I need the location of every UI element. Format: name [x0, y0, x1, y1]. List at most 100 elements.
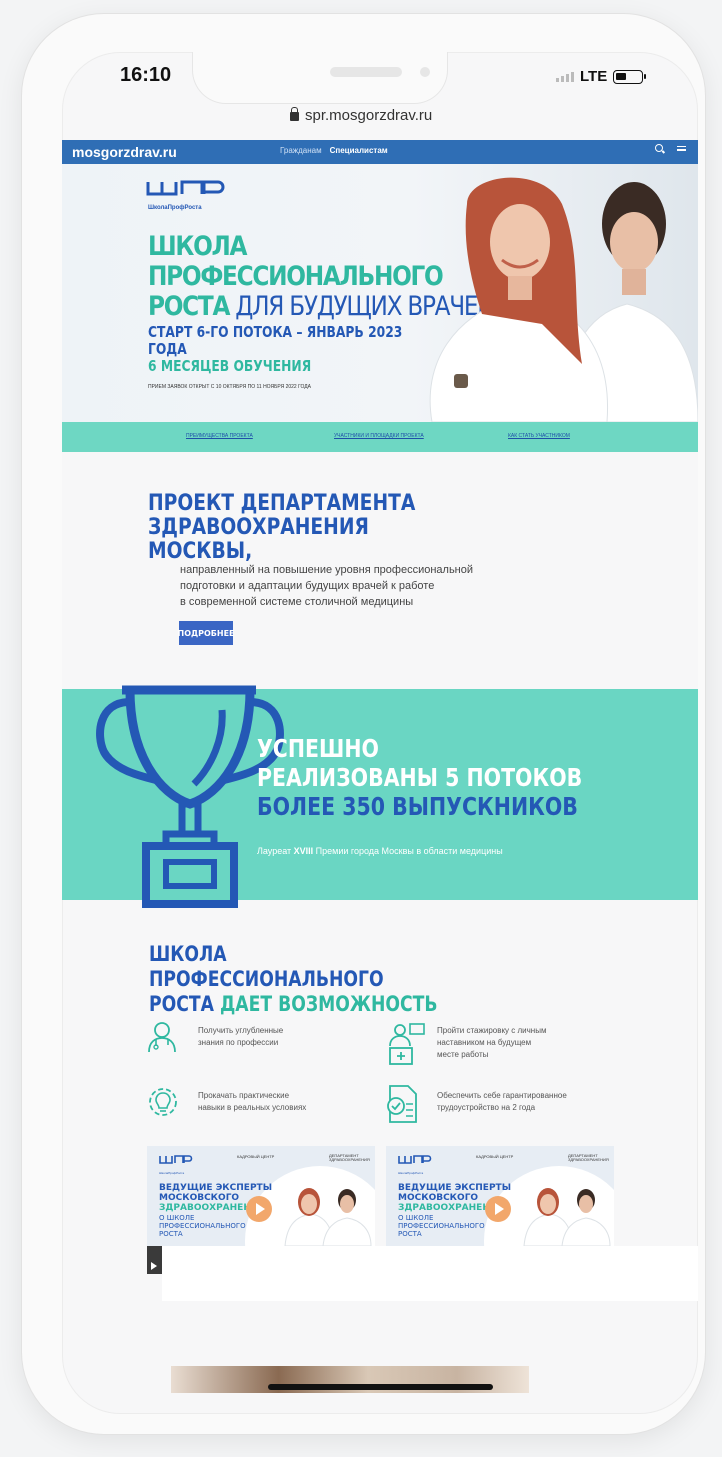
- gear-bulb-icon: [149, 1088, 177, 1116]
- camera: [420, 67, 430, 77]
- document-check-icon: [387, 1085, 417, 1123]
- video-control-strip: [147, 1246, 162, 1274]
- achievements-line2: РЕАЛИЗОВАНЫ 5 ПОТОКОВ: [257, 763, 583, 792]
- opportunity-3-line1: Прокачать практические: [198, 1091, 290, 1100]
- site-navbar: mosgorzdrav.ru Гражданам Специалистам: [62, 140, 698, 164]
- mentor-icon: [389, 1023, 425, 1065]
- shp-logo: ШколаПрофРоста: [146, 178, 226, 211]
- hero-duration-line: 6 МЕСЯЦЕВ ОБУЧЕНИЯ: [148, 357, 312, 375]
- home-indicator[interactable]: [268, 1384, 493, 1390]
- signal-icon: [556, 71, 574, 82]
- opportunity-2-line3: месте работы: [437, 1050, 489, 1059]
- video-2-sub-line2: ПРОФЕССИОНАЛЬНОГО: [398, 1222, 485, 1230]
- project-description: направленный на повышение уровня професс…: [180, 562, 540, 610]
- project-text-line1: направленный на повышение уровня професс…: [180, 564, 474, 576]
- battery-icon: [613, 69, 647, 84]
- phone-notch: [192, 52, 448, 104]
- video-1-logo: ШколаПрофРоста: [159, 1153, 193, 1175]
- speaker: [330, 67, 402, 77]
- doctor-icon: [148, 1022, 176, 1053]
- video-2-logo: ШколаПрофРоста: [398, 1153, 432, 1175]
- video-2-sub-line3: РОСТА: [398, 1230, 422, 1238]
- opportunity-4-line2: трудоустройство на 2 года: [437, 1103, 536, 1112]
- video-2-subtitle: О ШКОЛЕ ПРОФЕССИОНАЛЬНОГО РОСТА: [398, 1214, 485, 1238]
- video-1-partner1: КАДРОВЫЙ ЦЕНТР: [237, 1154, 275, 1159]
- opportunity-2-line1: Пройти стажировку с личным: [437, 1026, 547, 1035]
- video-2-partner2: ДЕПАРТАМЕНТ ЗДРАВООХРАНЕНИЯ: [568, 1153, 609, 1162]
- lock-icon: [290, 107, 299, 121]
- laureate-prefix: Лауреат: [257, 846, 294, 856]
- nav-link-citizens[interactable]: Гражданам: [280, 146, 322, 155]
- menu-icon[interactable]: [677, 145, 686, 151]
- video-1-title-line1: ВЕДУЩИЕ ЭКСПЕРТЫ: [159, 1183, 273, 1193]
- project-title: ПРОЕКТ ДЕПАРТАМЕНТА ЗДРАВООХРАНЕНИЯ МОСК…: [148, 492, 471, 564]
- tab-how-to-join[interactable]: КАК СТАТЬ УЧАСТНИКОМ: [508, 433, 570, 439]
- achievements-line3: БОЛЕЕ 350 ВЫПУСКНИКОВ: [257, 792, 578, 821]
- status-time: 16:10: [120, 64, 172, 86]
- video-1-sub-line2: ПРОФЕССИОНАЛЬНОГО: [159, 1222, 246, 1230]
- video-card-1[interactable]: ШколаПрофРоста КАДРОВЫЙ ЦЕНТР ДЕПАРТАМЕН…: [147, 1146, 375, 1246]
- hero-banner: ШколаПрофРоста ШКОЛА ПРОФЕССИОНАЛЬНОГО Р…: [62, 164, 698, 422]
- project-title-line2: ЗДРАВООХРАНЕНИЯ МОСКВЫ,: [148, 515, 369, 564]
- opportunity-1-line1: Получить углубленные: [198, 1026, 284, 1035]
- video-1-play-icon[interactable]: [246, 1196, 272, 1222]
- address-bar[interactable]: spr.mosgorzdrav.ru: [290, 107, 432, 124]
- laureate-number: XVIII: [293, 846, 314, 856]
- video-1-photo: [284, 1188, 372, 1246]
- canvas: 16:10 LTE spr.mosgorzdrav.ru mosgorzdrav…: [0, 0, 722, 1457]
- video-1-sub-line3: РОСТА: [159, 1230, 183, 1238]
- opportunity-4-line1: Обеспечить себе гарантированное: [437, 1091, 567, 1100]
- opportunity-3: Прокачать практические навыки в реальных…: [198, 1090, 306, 1114]
- opportunity-1-line2: знания по профессии: [198, 1038, 279, 1047]
- opportunities-title-teal: ДАЕТ ВОЗМОЖНОСТЬ: [219, 992, 438, 1016]
- video-1-logo-caption: ШколаПрофРоста: [159, 1171, 185, 1175]
- video-1-subtitle: О ШКОЛЕ ПРОФЕССИОНАЛЬНОГО РОСТА: [159, 1214, 246, 1238]
- nav-links: Гражданам Специалистам: [280, 146, 388, 155]
- video-2-logo-caption: ШколаПрофРоста: [398, 1171, 424, 1175]
- video-2-play-icon[interactable]: [485, 1196, 511, 1222]
- opportunity-2-line2: наставником на будущем: [437, 1038, 532, 1047]
- opportunity-4: Обеспечить себе гарантированное трудоуст…: [437, 1090, 567, 1114]
- hero-start-line: СТАРТ 6-ГО ПОТОКА – ЯНВАРЬ 2023 ГОДА: [148, 323, 403, 358]
- video-card-2[interactable]: ШколаПрофРоста КАДРОВЫЙ ЦЕНТР ДЕПАРТАМЕН…: [386, 1146, 614, 1246]
- nav-link-specialists[interactable]: Специалистам: [330, 146, 388, 155]
- nav-icons: [655, 144, 686, 152]
- video-2-sub-line1: О ШКОЛЕ: [398, 1214, 434, 1222]
- video-2-shp-logo-icon: [398, 1155, 432, 1164]
- small-play-icon[interactable]: [147, 1246, 162, 1274]
- opportunity-3-line2: навыки в реальных условиях: [198, 1103, 307, 1112]
- opportunity-2: Пройти стажировку с личным наставником н…: [437, 1025, 546, 1061]
- hero-note: ПРИЕМ ЗАЯВОК ОТКРЫТ С 10 ОКТЯБРЯ ПО 11 Н…: [148, 384, 312, 390]
- hero-subtitle: СТАРТ 6-ГО ПОТОКА – ЯНВАРЬ 2023 ГОДА 6 М…: [148, 324, 419, 375]
- network-label: LTE: [580, 68, 608, 85]
- opportunities-title: ШКОЛА ПРОФЕССИОНАЛЬНОГО РОСТА ДАЕТ ВОЗМО…: [149, 942, 461, 1017]
- hero-photo-doctors: [429, 177, 698, 422]
- section-tabs: ПРЕИМУЩЕСТВА ПРОЕКТА УЧАСТНИКИ И ПЛОЩАДК…: [62, 422, 698, 452]
- hero-title-teal: РОСТА: [148, 291, 230, 322]
- tab-advantages[interactable]: ПРЕИМУЩЕСТВА ПРОЕКТА: [186, 433, 253, 439]
- project-text-line2: подготовки и адаптации будущих врачей к …: [180, 580, 435, 592]
- video-2-title-line1: ВЕДУЩИЕ ЭКСПЕРТЫ: [398, 1183, 512, 1193]
- project-text-line3: в современной системе столичной медицины: [180, 596, 414, 608]
- opportunity-1: Получить углубленные знания по профессии: [198, 1025, 283, 1049]
- tab-participants[interactable]: УЧАСТНИКИ И ПЛОЩАДКИ ПРОЕКТА: [334, 433, 424, 439]
- site-logo[interactable]: mosgorzdrav.ru: [72, 144, 177, 160]
- video-2-partner1: КАДРОВЫЙ ЦЕНТР: [476, 1154, 514, 1159]
- video-1-shp-logo-icon: [159, 1155, 193, 1164]
- url-text: spr.mosgorzdrav.ru: [305, 107, 433, 124]
- status-indicators: LTE: [556, 68, 647, 85]
- video-1-partner2: ДЕПАРТАМЕНТ ЗДРАВООХРАНЕНИЯ: [329, 1153, 370, 1162]
- video-2-photo: [523, 1188, 611, 1246]
- project-title-line1: ПРОЕКТ ДЕПАРТАМЕНТА: [148, 491, 416, 516]
- search-icon[interactable]: [655, 144, 663, 152]
- content-gap: [162, 1246, 698, 1301]
- laureate-text: Лауреат XVIII Премии города Москвы в обл…: [257, 846, 503, 856]
- achievements-line1: УСПЕШНО: [257, 734, 379, 763]
- more-button[interactable]: ПОДРОБНЕЕ: [178, 621, 235, 645]
- achievements-text: УСПЕШНО РЕАЛИЗОВАНЫ 5 ПОТОКОВ БОЛЕЕ 350 …: [257, 734, 601, 821]
- shp-logo-icon: [146, 180, 225, 196]
- laureate-suffix: Премии города Москвы в области медицины: [313, 846, 503, 856]
- opportunities-title-blue: РОСТА: [149, 992, 220, 1016]
- opportunities-title-line1: ШКОЛА ПРОФЕССИОНАЛЬНОГО: [149, 942, 384, 991]
- video-1-sub-line1: О ШКОЛЕ: [159, 1214, 195, 1222]
